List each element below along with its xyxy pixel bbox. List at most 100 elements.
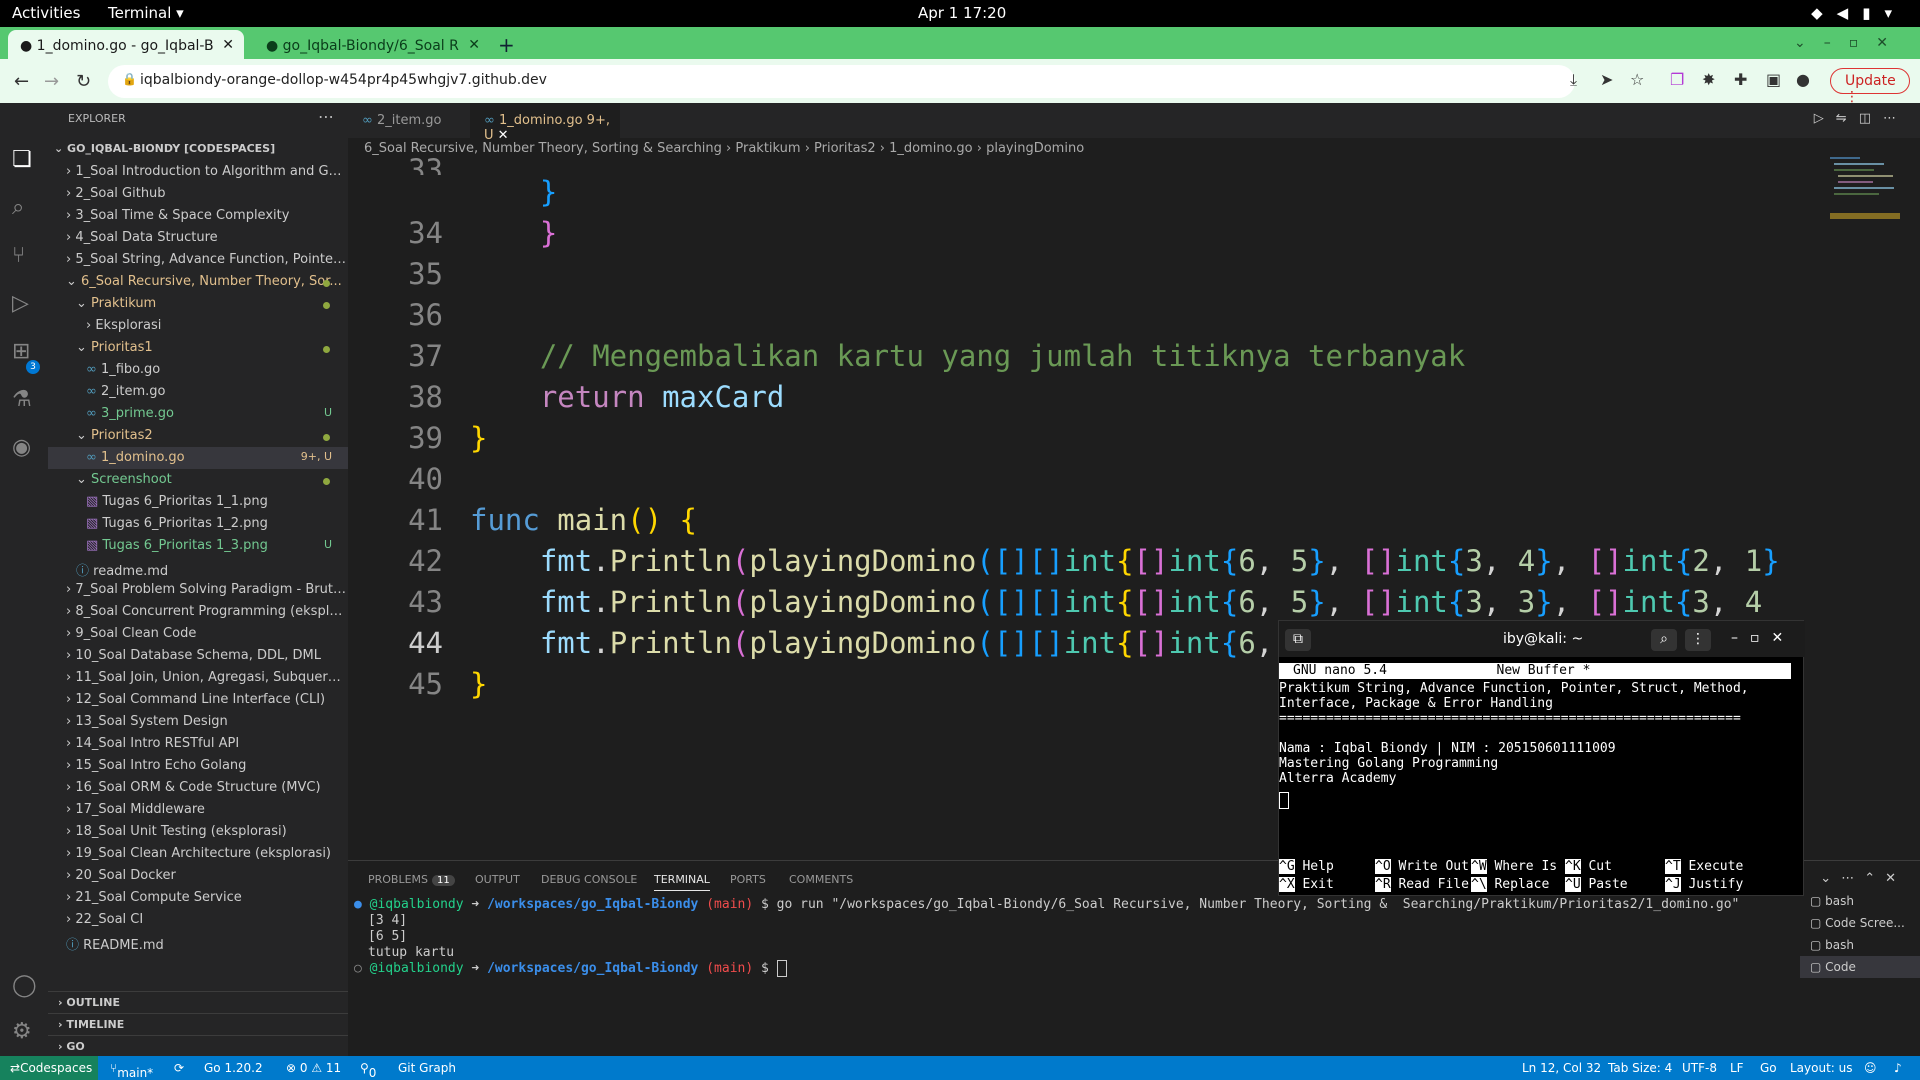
- maximize-icon[interactable]: ▫: [1849, 35, 1877, 51]
- tree-item[interactable]: ▧ Tugas 6_Prioritas 1_1.png: [48, 491, 348, 513]
- update-button[interactable]: Update ⋮: [1830, 68, 1910, 105]
- breadcrumb[interactable]: 6_Soal Recursive, Number Theory, Sorting…: [364, 141, 1084, 156]
- maximize-icon[interactable]: ▫: [1750, 630, 1772, 646]
- activities-button[interactable]: Activities: [12, 4, 80, 22]
- split-editor-icon[interactable]: ◫: [1859, 111, 1883, 126]
- tree-item[interactable]: › 11_Soal Join, Union, Agregasi, Subquer…: [48, 667, 348, 689]
- tree-item[interactable]: ⌄ Screenshoot: [48, 469, 348, 491]
- puzzle-icon[interactable]: ✚: [1734, 70, 1747, 89]
- tree-item[interactable]: ∞ 2_item.go: [48, 381, 348, 403]
- tree-item[interactable]: ∞ 3_prime.go U: [48, 403, 348, 425]
- tree-item[interactable]: › 16_Soal ORM & Code Structure (MVC): [48, 777, 348, 799]
- more-icon[interactable]: ⋯: [1841, 871, 1864, 886]
- tree-item[interactable]: › 9_Soal Clean Code: [48, 623, 348, 645]
- code-line-37[interactable]: return maxCard: [470, 380, 784, 414]
- extension-icon[interactable]: ✸: [1702, 70, 1715, 89]
- code-line-44[interactable]: }: [470, 667, 487, 701]
- close-panel-icon[interactable]: ✕: [1885, 871, 1906, 886]
- menu-icon[interactable]: ⋮: [1685, 629, 1711, 651]
- tab-terminal[interactable]: TERMINAL: [654, 873, 710, 891]
- close-icon[interactable]: ✕: [1772, 630, 1796, 646]
- code-line-33[interactable]: }: [470, 175, 557, 209]
- tab-search-icon[interactable]: ⌄: [1794, 35, 1824, 51]
- tree-item[interactable]: › Eksplorasi: [48, 315, 348, 337]
- clock[interactable]: Apr 1 17:20: [918, 4, 1006, 22]
- tab-problems[interactable]: PROBLEMS 11: [368, 873, 455, 886]
- tree-item[interactable]: ▧ Tugas 6_Prioritas 1_2.png: [48, 513, 348, 535]
- tree-item[interactable]: › 19_Soal Clean Architecture (eksplorasi…: [48, 843, 348, 865]
- tree-item[interactable]: › 18_Soal Unit Testing (eksplorasi): [48, 821, 348, 843]
- new-tab-button[interactable]: +: [498, 33, 515, 57]
- extension-icon[interactable]: ❐: [1670, 70, 1684, 89]
- keyboard-layout[interactable]: Layout: us: [1790, 1061, 1853, 1075]
- extensions-icon[interactable]: ⊞: [12, 339, 30, 364]
- ports-status[interactable]: ⚲ 0: [360, 1061, 376, 1080]
- code-line-36[interactable]: // Mengembalikan kartu yang jumlah titik…: [470, 339, 1465, 373]
- more-icon[interactable]: ⋯: [1883, 111, 1908, 126]
- bookmark-star-icon[interactable]: ☆: [1630, 70, 1644, 89]
- code-line-34[interactable]: }: [470, 216, 557, 250]
- tree-item[interactable]: ⌄ 6_Soal Recursive, Number Theory, Sor..…: [48, 271, 348, 293]
- tree-item[interactable]: › 5_Soal String, Advance Function, Point…: [48, 249, 348, 271]
- compare-icon[interactable]: ⇋: [1836, 111, 1859, 126]
- testing-icon[interactable]: ⚗: [12, 387, 32, 412]
- terminal-instance[interactable]: ▢ Code: [1800, 956, 1920, 978]
- code-line-40[interactable]: func main() {: [470, 503, 697, 537]
- search-icon[interactable]: ⌕: [1651, 629, 1677, 651]
- github-icon[interactable]: ◉: [12, 435, 31, 460]
- tree-item[interactable]: ⌄ Praktikum: [48, 293, 348, 315]
- sync-icon[interactable]: ⟳: [174, 1061, 184, 1075]
- problems-status[interactable]: ⊗ 0 ⚠ 11: [286, 1061, 341, 1075]
- terminal-app-menu[interactable]: Terminal ▾: [108, 4, 184, 22]
- terminal-prompt-line[interactable]: ○ @iqbalbiondy ➜ /workspaces/go_Iqbal-Bi…: [354, 960, 787, 977]
- tree-item[interactable]: › 22_Soal CI: [48, 909, 348, 931]
- minimize-icon[interactable]: –: [1731, 630, 1750, 646]
- tree-item[interactable]: › 15_Soal Intro Echo Golang: [48, 755, 348, 777]
- terminal-instance[interactable]: ▢ Code Scree...: [1800, 912, 1920, 934]
- timeline-section[interactable]: › TIMELINE: [48, 1013, 348, 1035]
- tree-item[interactable]: ∞ 1_fibo.go: [48, 359, 348, 381]
- share-icon[interactable]: ➤: [1600, 70, 1613, 89]
- back-icon[interactable]: ←: [14, 71, 29, 92]
- tree-item[interactable]: › 13_Soal System Design: [48, 711, 348, 733]
- minimap[interactable]: [1828, 153, 1908, 243]
- account-icon[interactable]: ◯: [12, 973, 37, 998]
- workspace-root[interactable]: ⌄ GO_IQBAL-BIONDY [CODESPACES]: [48, 139, 348, 161]
- tree-item[interactable]: › 8_Soal Concurrent Programming (eksplor…: [48, 601, 348, 623]
- code-line-41[interactable]: fmt.Println(playingDomino([][]int{[]int{…: [470, 544, 1780, 578]
- tree-item[interactable]: ⌄ Prioritas1: [48, 337, 348, 359]
- tree-item[interactable]: ▧ Tugas 6_Prioritas 1_3.png U: [48, 535, 348, 557]
- terminal-instance[interactable]: ▢ bash: [1800, 934, 1920, 956]
- tree-item[interactable]: › 7_Soal Problem Solving Paradigm - Brut…: [48, 579, 348, 601]
- forward-icon[interactable]: →: [44, 71, 59, 92]
- browser-tab[interactable]: ● go_Iqbal-Biondy/6_Soal R ✕: [254, 30, 490, 59]
- reload-icon[interactable]: ↻: [76, 71, 91, 92]
- editor-tab-domino-go[interactable]: ∞ 1_domino.go 9+, U ✕: [470, 103, 620, 143]
- notifications-icon[interactable]: ♪: [1894, 1061, 1902, 1075]
- tree-item[interactable]: › 14_Soal Intro RESTful API: [48, 733, 348, 755]
- install-icon[interactable]: ⤓: [1570, 70, 1577, 90]
- tree-item[interactable]: ⌄ Prioritas2: [48, 425, 348, 447]
- settings-gear-icon[interactable]: ⚙: [12, 1019, 32, 1044]
- git-graph-button[interactable]: Git Graph: [398, 1061, 456, 1075]
- code-line-38[interactable]: }: [470, 421, 487, 455]
- tree-item[interactable]: › 3_Soal Time & Space Complexity: [48, 205, 348, 227]
- tab-output[interactable]: OUTPUT: [475, 873, 520, 886]
- avatar[interactable]: ●: [1796, 70, 1810, 89]
- terminal-command-line[interactable]: ● @iqbalbiondy ➜ /workspaces/go_Iqbal-Bi…: [354, 897, 1739, 912]
- system-tray[interactable]: ◆◀▮▾: [1811, 4, 1906, 22]
- browser-tab-active[interactable]: ● 1_domino.go - go_Iqbal-B ✕: [8, 30, 244, 59]
- outline-section[interactable]: › OUTLINE: [48, 991, 348, 1013]
- close-tab-icon[interactable]: ✕: [468, 37, 480, 53]
- terminal-titlebar[interactable]: ⧉ iby@kali: ~ ⌕ ⋮ –▫✕: [1279, 621, 1805, 657]
- panel-dropdown-icon[interactable]: ⌄: [1820, 871, 1841, 886]
- go-section[interactable]: › GO: [48, 1035, 348, 1057]
- run-debug-icon[interactable]: ▷: [12, 291, 29, 316]
- line-ending[interactable]: LF: [1730, 1061, 1744, 1075]
- editor-tab-item-go[interactable]: ∞ 2_item.go: [348, 103, 470, 138]
- search-icon[interactable]: ⌕: [12, 195, 24, 220]
- tree-item[interactable]: › 2_Soal Github: [48, 183, 348, 205]
- run-icon[interactable]: ▷: [1814, 111, 1836, 126]
- source-control-icon[interactable]: ⑂: [12, 243, 25, 268]
- tree-item[interactable]: › 20_Soal Docker: [48, 865, 348, 887]
